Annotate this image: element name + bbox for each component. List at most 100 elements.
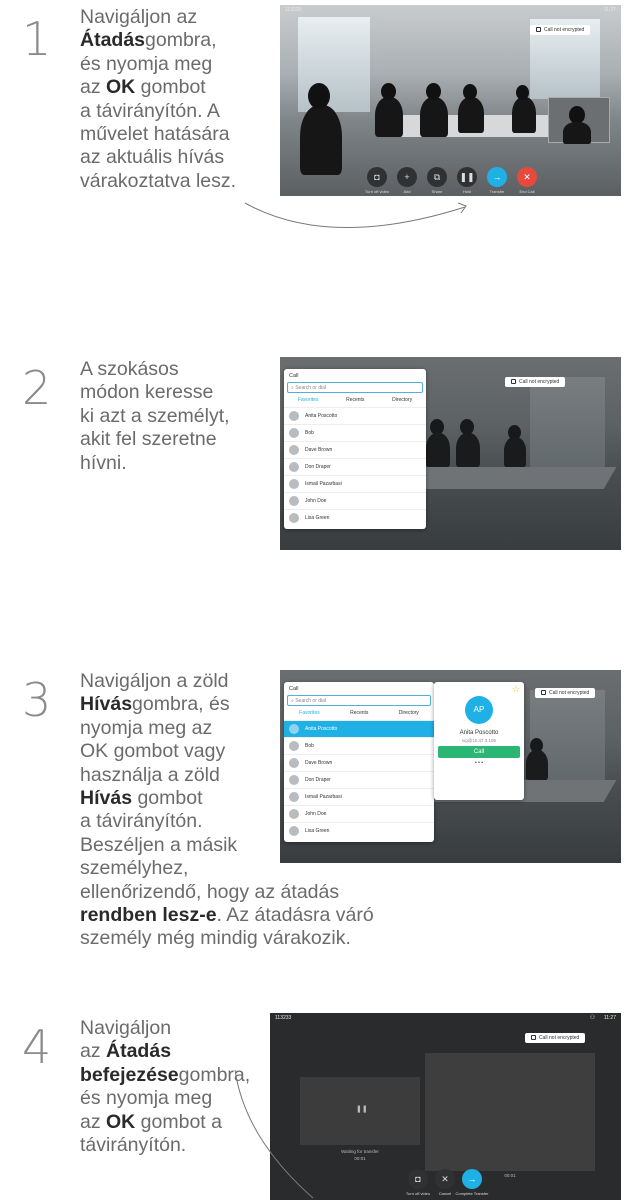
step-text: gombot <box>132 787 203 810</box>
contact-address: ivg@10.47.3.105 <box>461 738 497 743</box>
step-text-line: hívni. <box>80 452 230 475</box>
more-options-icon[interactable]: • • • <box>434 760 524 766</box>
lock-icon <box>511 379 516 385</box>
complete-transfer-button[interactable]: → <box>462 1169 482 1189</box>
avatar <box>289 775 299 785</box>
contact-item[interactable]: Lisa Green <box>284 509 426 526</box>
tab-favorites[interactable]: Favorites <box>298 397 319 403</box>
step-2-text: A szokásos módon keresse ki azt a személyt… <box>80 358 230 475</box>
step-text-line: az OK gombot <box>80 76 236 99</box>
contact-item[interactable]: Ismail Pazarbasi <box>284 788 434 805</box>
step-text: és nyomja meg <box>80 52 213 75</box>
control-label: Hold <box>462 189 472 194</box>
clock: 11:27 <box>603 7 616 13</box>
screen-step-2: Call not encrypted Call ⌕ Search or dial… <box>280 357 621 550</box>
contact-card: ☆ AP Anita Poscotto ivg@10.47.3.105 Call… <box>434 682 524 800</box>
step-text-line: ellenőrizendő, hogy az átadás <box>80 881 374 904</box>
step-text: távirányítón. <box>80 1134 187 1157</box>
step-text-line: módon keresse <box>80 381 230 404</box>
emphasis-text: rendben lesz-e <box>80 904 217 927</box>
contact-item[interactable]: Dave Brown <box>284 441 426 458</box>
step-text: A szokásos <box>80 358 179 380</box>
step-text-line: a távirányítón. A <box>80 100 236 123</box>
contact-item[interactable]: Anita Poscotto <box>284 720 434 737</box>
contact-item[interactable]: Bob <box>284 424 426 441</box>
waiting-caption: Waiting for transfer <box>341 1149 379 1154</box>
avatar <box>289 809 299 819</box>
cancel-transfer-button[interactable]: ✕ <box>435 1169 455 1189</box>
avatar <box>289 758 299 768</box>
avatar <box>289 479 299 489</box>
tab-recents[interactable]: Recents <box>346 397 364 403</box>
end-call-button[interactable]: ✕ <box>517 167 537 187</box>
contact-item[interactable]: Don Draper <box>284 458 426 475</box>
step-text-line: személy még mindig várakozik. <box>80 927 374 950</box>
tab-favorites[interactable]: Favorites <box>299 710 320 716</box>
tab-recents[interactable]: Recents <box>350 710 368 716</box>
contact-item[interactable]: John Doe <box>284 492 426 509</box>
step-text: hívni. <box>80 451 127 474</box>
contact-item[interactable]: John Doe <box>284 805 434 822</box>
step-text: és nyomja meg <box>80 1087 213 1110</box>
call-directory-panel: Call ⌕ Search or dial Favorites Recents … <box>284 369 426 529</box>
add-button[interactable]: + <box>397 167 417 187</box>
contact-item[interactable]: Lisa Green <box>284 822 434 839</box>
avatar <box>289 513 299 523</box>
step-number: 3 <box>22 673 52 727</box>
tab-directory[interactable]: Directory <box>399 710 419 716</box>
step-text: gombra, <box>145 29 217 52</box>
step-text: személy még mindig várakozik. <box>80 927 351 950</box>
emphasis-text: Hívás <box>80 787 133 810</box>
step-text: a távirányítón. A <box>80 99 220 122</box>
contact-item[interactable]: Ismail Pazarbasi <box>284 475 426 492</box>
transfer-button[interactable]: → <box>487 167 507 187</box>
search-input[interactable]: ⌕ Search or dial <box>287 382 423 393</box>
turn-off-video-button[interactable]: ◘ <box>367 167 387 187</box>
step-text: Navigáljon az <box>80 6 198 28</box>
emphasis-text: Hívás <box>80 693 133 716</box>
screen-step-3: Call not encrypted Call ⌕ Search or dial… <box>280 670 621 863</box>
call-button[interactable]: Call <box>438 746 520 758</box>
emphasis-text: Átadás <box>106 1040 172 1063</box>
self-view <box>548 97 610 144</box>
step-text-line: az Átadás <box>80 1040 250 1063</box>
step-text-line: és nyomja meg <box>80 53 236 76</box>
hold-button[interactable]: ❚❚ <box>457 167 477 187</box>
step-text: gombra, és <box>132 693 230 716</box>
step-text-line: művelet hatására <box>80 123 236 146</box>
contact-avatar: AP <box>465 696 493 724</box>
step-text: az <box>80 1110 107 1133</box>
contact-item[interactable]: Bob <box>284 737 434 754</box>
encryption-notice: Call not encrypted <box>525 1033 586 1043</box>
contact-item[interactable]: Anita Poscotto <box>284 407 426 424</box>
contact-item[interactable]: Dave Brown <box>284 754 434 771</box>
step-text: módon keresse <box>80 381 214 404</box>
step-text: Beszéljen a másik <box>80 833 238 856</box>
avatar <box>289 428 299 438</box>
share-button[interactable]: ⧉ <box>427 167 447 187</box>
call-id: 113233 <box>275 1015 292 1021</box>
avatar <box>289 462 299 472</box>
search-input[interactable]: ⌕ Search or dial <box>287 695 431 706</box>
avatar <box>289 741 299 751</box>
held-call-timer: 00:01 <box>354 1156 366 1161</box>
step-text-line: rendben lesz-e. Az átadásra váró <box>80 904 374 927</box>
turn-off-video-button[interactable]: ◘ <box>408 1169 428 1189</box>
pointer-arrow-4 <box>234 1069 314 1199</box>
avatar <box>289 496 299 506</box>
step-text: művelet hatására <box>80 123 230 146</box>
step-text: ellenőrizendő, hogy az átadás <box>80 880 340 903</box>
contact-name: Anita Poscotto <box>459 730 499 736</box>
encryption-notice: Call not encrypted <box>505 377 566 387</box>
step-text: Navigáljon <box>80 1017 172 1039</box>
step-text: OK gombot vagy <box>80 740 226 763</box>
tab-directory[interactable]: Directory <box>392 397 412 403</box>
control-label: Complete Transfer <box>455 1191 489 1196</box>
favorite-star-icon[interactable]: ☆ <box>512 684 520 695</box>
step-number: 1 <box>22 12 52 66</box>
step-text: gombot <box>135 76 206 99</box>
step-text: az <box>80 76 107 99</box>
contact-item[interactable]: Don Draper <box>284 771 434 788</box>
held-call-pane: ❚❚ <box>300 1077 420 1145</box>
step-text: akit fel szeretne <box>80 428 217 451</box>
